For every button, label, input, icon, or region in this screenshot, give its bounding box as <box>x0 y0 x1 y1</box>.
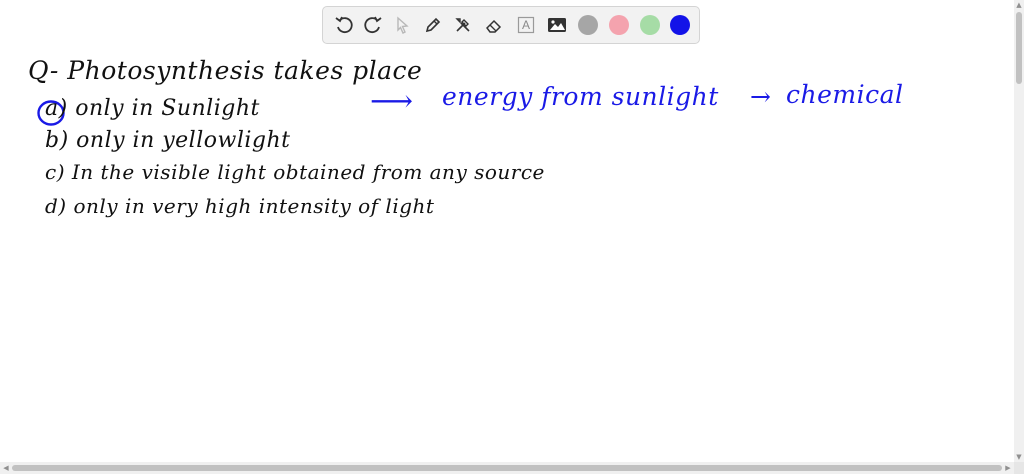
annotation-chemical: chemical <box>786 80 904 109</box>
scroll-right-icon[interactable]: ▶ <box>1003 463 1013 473</box>
redo-icon[interactable] <box>362 14 384 36</box>
image-icon[interactable] <box>546 14 568 36</box>
vertical-scrollbar[interactable]: ▲ ▼ <box>1014 0 1024 462</box>
text-tool-glyph: A <box>521 18 530 32</box>
option-b: b) only in yellowlight <box>45 128 291 153</box>
color-blue-swatch[interactable] <box>670 15 690 35</box>
annotation-arrow-2: → <box>750 82 772 111</box>
pointer-icon[interactable] <box>391 14 413 36</box>
color-gray-swatch[interactable] <box>578 15 598 35</box>
option-c: c) In the visible light obtained from an… <box>45 160 545 184</box>
scroll-up-icon[interactable]: ▲ <box>1014 0 1024 10</box>
whiteboard-canvas[interactable]: A Q- Photosynthesis takes place a) only … <box>0 0 1014 462</box>
undo-icon[interactable] <box>333 14 355 36</box>
scroll-left-icon[interactable]: ◀ <box>1 463 11 473</box>
horizontal-scrollbar[interactable]: ◀ ▶ <box>0 462 1014 474</box>
option-d: d) only in very high intensity of light <box>45 194 435 218</box>
annotation-energy: energy from sunlight <box>442 82 719 111</box>
scroll-down-icon[interactable]: ▼ <box>1014 452 1024 462</box>
tools-icon[interactable] <box>452 14 474 36</box>
drawing-toolbar: A <box>322 6 700 44</box>
color-pink-swatch[interactable] <box>609 15 629 35</box>
option-a: a) only in Sunlight <box>45 96 260 121</box>
color-green-swatch[interactable] <box>640 15 660 35</box>
eraser-icon[interactable] <box>483 14 505 36</box>
horizontal-scroll-thumb[interactable] <box>12 465 1002 471</box>
text-icon[interactable]: A <box>515 14 537 36</box>
question-text: Q- Photosynthesis takes place <box>28 56 423 85</box>
annotation-arrow-1: ⟶ <box>370 84 414 119</box>
scrollbar-corner <box>1014 462 1024 474</box>
vertical-scroll-thumb[interactable] <box>1016 12 1022 84</box>
pen-icon[interactable] <box>422 14 444 36</box>
